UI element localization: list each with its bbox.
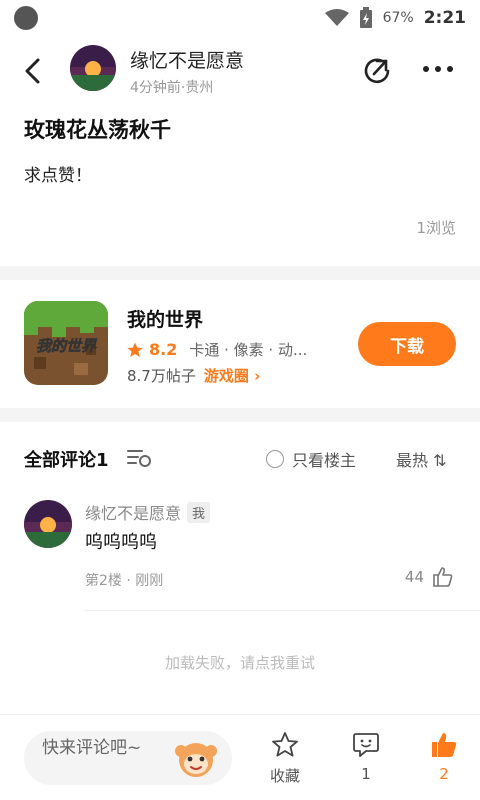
load-failed-retry[interactable]: 加载失败，请点我重试 bbox=[0, 652, 480, 673]
all-comments-label: 全部评论1 bbox=[24, 450, 109, 471]
game-name[interactable]: 我的世界 bbox=[127, 305, 203, 332]
comment-item[interactable]: 缘忆不是愿意 我 呜呜呜呜 第2楼 · 刚刚 44 bbox=[0, 492, 480, 610]
download-button[interactable]: 下载 bbox=[358, 322, 456, 366]
post-header: 缘忆不是愿意 4分钟前·贵州 bbox=[0, 36, 480, 106]
radio-icon bbox=[266, 450, 284, 468]
game-icon-text: 我的世界 bbox=[36, 337, 98, 355]
post-time-location: 4分钟前·贵州 bbox=[130, 80, 214, 96]
more-options-icon[interactable] bbox=[418, 54, 458, 84]
author-avatar[interactable] bbox=[70, 45, 116, 91]
star-icon bbox=[127, 342, 143, 357]
section-divider bbox=[0, 266, 480, 280]
clock: 2:21 bbox=[423, 8, 466, 28]
comment-input[interactable]: 快来评论吧~ bbox=[24, 731, 232, 785]
game-rating: 8.2 bbox=[149, 340, 178, 359]
commenter-name[interactable]: 缘忆不是愿意 bbox=[85, 500, 181, 524]
favorite-label: 收藏 bbox=[269, 767, 300, 785]
game-circle-link[interactable]: 游戏圈 › bbox=[204, 365, 260, 386]
commenter-avatar[interactable] bbox=[24, 500, 72, 548]
post-title: 玫瑰花丛荡秋千 bbox=[24, 118, 171, 142]
sort-filter-icon[interactable] bbox=[126, 447, 152, 469]
favorite-button[interactable]: 收藏 bbox=[255, 731, 315, 786]
star-outline-icon bbox=[272, 732, 298, 757]
comment-like-count: 44 bbox=[404, 568, 424, 586]
sort-hot-button[interactable]: 最热 ⇅ bbox=[396, 447, 447, 471]
like-button[interactable]: 2 bbox=[414, 731, 474, 783]
comment-meta: 第2楼 · 刚刚 bbox=[85, 573, 164, 589]
game-icon[interactable]: 我的世界 bbox=[24, 301, 108, 385]
post-body: 求点赞！ bbox=[24, 166, 92, 186]
thumbs-up-icon bbox=[433, 567, 453, 587]
mascot-emoji-icon[interactable] bbox=[174, 737, 218, 781]
comment-count: 1 bbox=[361, 765, 371, 783]
battery-icon bbox=[359, 7, 372, 28]
wifi-icon bbox=[324, 9, 349, 26]
app-notification-icon bbox=[14, 6, 38, 30]
comment-input-placeholder: 快来评论吧~ bbox=[42, 738, 142, 758]
game-tags: 卡通 · 像素 · 动... bbox=[189, 341, 308, 359]
comment-text: 呜呜呜呜 bbox=[85, 532, 157, 553]
like-count: 2 bbox=[439, 765, 449, 783]
view-count: 1浏览 bbox=[416, 219, 456, 237]
game-post-count: 8.7万帖子 bbox=[127, 367, 196, 385]
section-divider bbox=[0, 408, 480, 422]
share-icon[interactable] bbox=[360, 54, 394, 88]
comments-header: 全部评论1 只看楼主 最热 ⇅ bbox=[0, 422, 480, 492]
comment-bubble-icon bbox=[353, 733, 379, 757]
only-owner-label: 只看楼主 bbox=[292, 451, 357, 470]
comment-like-button[interactable]: 44 bbox=[405, 566, 454, 588]
me-badge: 我 bbox=[187, 501, 211, 523]
status-bar: 67% 2:21 bbox=[0, 0, 480, 36]
comment-button[interactable]: 1 bbox=[336, 731, 396, 783]
only-owner-toggle[interactable]: 只看楼主 bbox=[266, 447, 356, 471]
game-card[interactable]: 我的世界 我的世界 8.2 卡通 · 像素 · 动... 8.7万帖子 游戏圈 … bbox=[0, 280, 480, 408]
thumbs-up-filled-icon bbox=[432, 733, 457, 757]
battery-percent: 67% bbox=[382, 10, 414, 26]
comment-divider bbox=[85, 610, 480, 611]
bottom-action-bar: 快来评论吧~ 收藏 1 2 bbox=[0, 714, 480, 800]
back-arrow-icon[interactable] bbox=[18, 56, 48, 86]
author-name[interactable]: 缘忆不是愿意 bbox=[130, 46, 244, 73]
